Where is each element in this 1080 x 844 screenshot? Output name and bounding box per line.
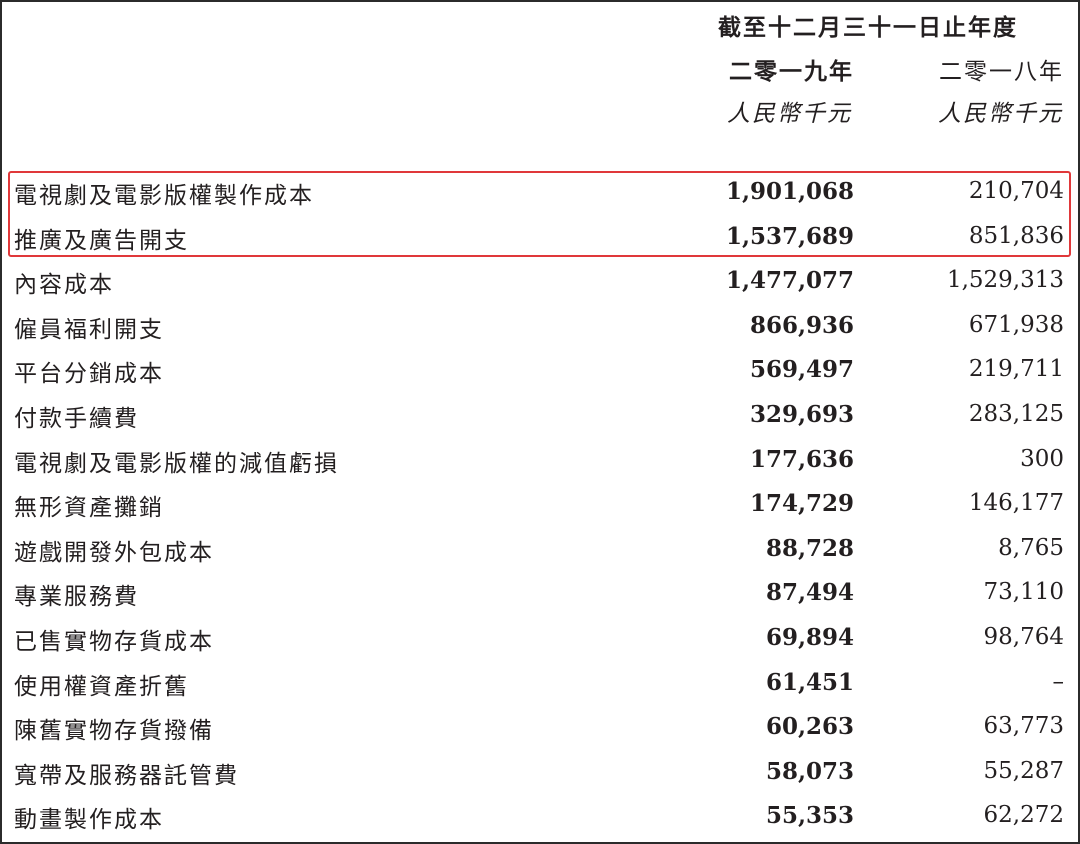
row-label: 付款手續費: [14, 405, 139, 432]
table-row: 僱員福利開支 866,936 671,938: [0, 305, 1080, 350]
value-2018: 8,765: [998, 534, 1064, 561]
row-label: 僱員福利開支: [14, 316, 164, 343]
value-2019: 174,729: [749, 490, 854, 518]
table-row: 平台分銷成本 569,497 219,711: [0, 349, 1080, 394]
period-header: 截至十二月三十一日止年度: [718, 14, 1018, 41]
row-label: 電視劇及電影版權的減值虧損: [14, 450, 339, 477]
year-2019-header: 二零一九年: [729, 58, 854, 85]
table-row: 遊戲開發外包成本 88,728 8,765: [0, 528, 1080, 573]
table-row: 動畫製作成本 55,353 62,272: [0, 795, 1080, 840]
year-2018-header: 二零一八年: [939, 59, 1064, 85]
row-label: 遊戲開發外包成本: [14, 539, 214, 566]
value-2018: 55,287: [983, 757, 1064, 784]
value-2018: 671,938: [968, 311, 1064, 338]
row-label: 已售實物存貨成本: [14, 628, 214, 655]
value-2018: 73,110: [983, 579, 1064, 606]
value-2019: 866,936: [749, 311, 854, 339]
value-2018: 219,711: [968, 356, 1064, 383]
value-2019: 569,497: [749, 356, 854, 384]
row-label: 內容成本: [14, 272, 114, 299]
value-2018: 1,529,313: [946, 267, 1064, 294]
highlight-box: [8, 171, 1071, 257]
table-row: 付款手續費 329,693 283,125: [0, 394, 1080, 439]
value-2019: 177,636: [749, 445, 854, 473]
value-2019: 1,477,077: [725, 267, 854, 295]
row-label: 無形資產攤銷: [14, 495, 164, 522]
value-2019: 58,073: [765, 757, 854, 785]
row-label: 陳舊實物存貨撥備: [14, 718, 214, 745]
row-label: 使用權資產折舊: [14, 673, 189, 700]
value-2019: 329,693: [749, 400, 854, 428]
row-label: 動畫製作成本: [14, 807, 164, 834]
currency-2019-header: 人民幣千元: [727, 101, 852, 127]
value-2018: 146,177: [968, 490, 1064, 517]
table-row: 寬帶及服務器託管費 58,073 55,287: [0, 751, 1080, 796]
table-row: 專業服務費 87,494 73,110: [0, 572, 1080, 617]
table-row: 電視劇及電影版權的減值虧損 177,636 300: [0, 439, 1080, 484]
table-row: 陳舊實物存貨撥備 60,263 63,773: [0, 706, 1080, 751]
value-2019: 87,494: [765, 579, 854, 607]
table-row: 內容成本 1,477,077 1,529,313: [0, 260, 1080, 305]
value-2018: 283,125: [968, 400, 1064, 427]
value-2018: –: [1052, 668, 1065, 695]
value-2019: 61,451: [765, 668, 854, 696]
table-row: 無形資產攤銷 174,729 146,177: [0, 483, 1080, 528]
row-label: 專業服務費: [14, 584, 139, 611]
row-label: 平台分銷成本: [14, 361, 164, 388]
table-row: 已售實物存貨成本 69,894 98,764: [0, 617, 1080, 662]
value-2018: 63,773: [983, 713, 1064, 740]
value-2019: 60,263: [765, 713, 854, 741]
row-label: 寬帶及服務器託管費: [14, 762, 239, 789]
value-2018: 62,272: [983, 802, 1064, 829]
value-2019: 88,728: [765, 534, 854, 562]
expense-table: 電視劇及電影版權製作成本 1,901,068 210,704 推廣及廣告開支 1…: [0, 171, 1080, 840]
value-2019: 69,894: [765, 623, 854, 651]
value-2019: 55,353: [765, 802, 854, 830]
value-2018: 98,764: [983, 623, 1064, 650]
value-2018: 300: [1020, 445, 1064, 472]
table-row: 使用權資產折舊 61,451 –: [0, 662, 1080, 707]
currency-2018-header: 人民幣千元: [938, 101, 1063, 127]
